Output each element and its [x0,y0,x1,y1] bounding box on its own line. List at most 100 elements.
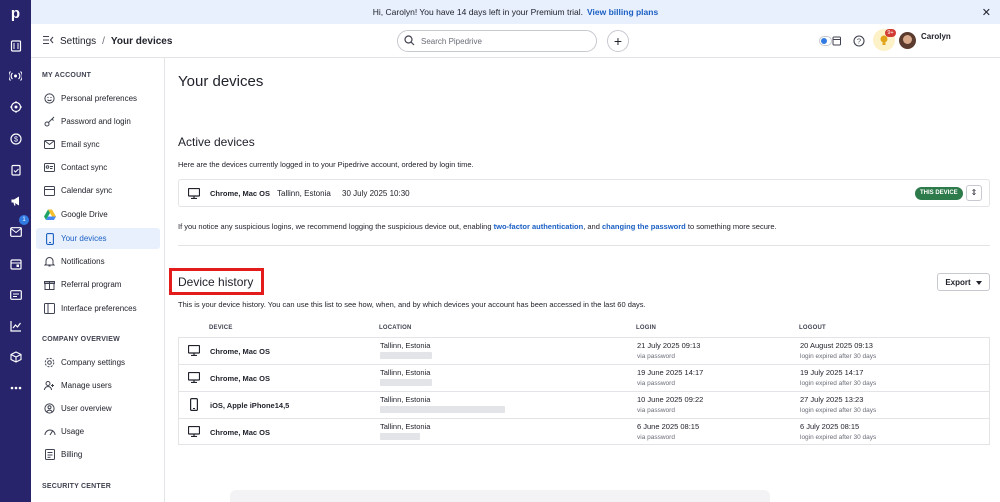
sidebar-item-personal-preferences[interactable]: Personal preferences [36,88,160,109]
login-method: via password [637,353,675,360]
sidebar-item-usage[interactable]: Usage [36,421,160,442]
column-header: LOGIN [636,325,656,331]
app-rail: p $ 1 [0,0,31,502]
desktop-icon [187,425,201,439]
active-devices-title: Active devices [178,135,255,149]
quick-add-button[interactable]: + [607,30,629,52]
breadcrumb-current: Your devices [110,36,173,47]
sidebar-item-label: User overview [61,404,112,413]
login-time: 10 June 2025 09:22 [637,395,704,404]
close-icon[interactable]: ✕ [982,6,991,19]
pipedrive-logo[interactable]: p [6,4,25,23]
products-box-icon[interactable] [7,348,24,365]
security-note-text: , and [583,222,600,231]
dollar-icon[interactable]: $ [7,130,24,147]
sidebar-item-password-and-login[interactable]: Password and login [36,111,160,132]
sidebar-item-notifications[interactable]: Notifications [36,251,160,272]
device-location: Tallinn, Estonia [380,368,431,377]
sidebar-item-calendar-sync[interactable]: Calendar sync [36,180,160,201]
logout-time: 27 July 2025 13:23 [800,395,864,404]
mail-badge: 1 [19,215,29,225]
this-device-badge: THIS DEVICE [915,187,963,200]
user-circle-icon [43,402,56,415]
security-note: If you notice any suspicious logins, we … [178,222,777,231]
sidebar-item-referral-program[interactable]: Referral program [36,274,160,295]
sidebar-toggle-icon[interactable] [42,35,54,48]
active-device-name: Chrome, Mac OS [210,189,271,198]
logout-time: 20 August 2025 09:13 [800,341,873,350]
bottom-panel-edge [230,490,770,502]
mail-icon[interactable] [7,223,24,240]
sidebar-item-billing[interactable]: Billing [36,444,160,465]
expand-device-button[interactable]: ⇕ [966,185,982,201]
redacted-ip [380,433,420,440]
leads-target-icon[interactable] [7,98,24,115]
more-icon[interactable] [7,379,24,396]
sidebar-item-label: Email sync [61,140,100,149]
sidebar-item-label: Usage [61,427,85,436]
svg-text:$: $ [14,136,18,143]
sidebar-item-label: Your devices [61,234,107,243]
login-time: 21 July 2025 09:13 [637,341,701,350]
sidebar-item-interface-preferences[interactable]: Interface preferences [36,298,160,319]
logout-reason: login expired after 30 days [800,380,877,387]
sidebar-item-label: Company settings [61,358,126,367]
sidebar-item-label: Interface preferences [61,304,137,313]
sidebar-item-user-overview[interactable]: User overview [36,398,160,419]
section-divider [178,245,990,246]
section-my-account: MY ACCOUNT [42,72,92,79]
table-row: Chrome, Mac OS Tallinn, Estonia 19 June … [178,364,990,391]
section-security-center: SECURITY CENTER [42,483,111,490]
insights-chart-icon[interactable] [7,317,24,334]
section-company-overview: COMPANY OVERVIEW [42,336,120,343]
security-note-text: If you notice any suspicious logins, we … [178,222,492,231]
active-device-location: Tallinn, Estonia [277,189,331,198]
sidebar-item-your-devices[interactable]: Your devices [36,228,160,249]
search-icon [404,34,415,48]
sidebar-item-google-drive[interactable]: Google Drive [36,204,160,225]
device-history-title: Device history [178,275,254,289]
two-factor-link[interactable]: two-factor authentication [494,222,584,231]
active-devices-desc: Here are the devices currently logged in… [178,160,474,169]
calendar-icon[interactable] [7,255,24,272]
top-bar: Settings / Your devices + ? 9+ Carolyn [31,24,1000,58]
redacted-ip [380,352,432,359]
change-password-link[interactable]: changing the password [602,222,686,231]
desktop-icon [187,344,201,358]
sidebar-item-label: Google Drive [61,210,108,219]
search-box[interactable] [397,30,597,52]
device-history-desc: This is your device history. You can use… [178,300,646,309]
toggle-icon[interactable] [819,33,841,49]
redacted-ip [380,406,505,413]
activities-icon[interactable] [7,161,24,178]
logout-reason: login expired after 30 days [800,407,877,414]
view-billing-plans-link[interactable]: View billing plans [587,7,658,17]
sidebar-item-company-settings[interactable]: Company settings [36,352,160,373]
logout-reason: login expired after 30 days [800,353,877,360]
deals-icon[interactable] [7,37,24,54]
export-button[interactable]: Export [937,273,990,291]
sidebar-item-label: Contact sync [61,163,108,172]
help-icon[interactable]: ? [851,33,867,49]
receipt-icon [43,448,56,461]
search-input[interactable] [421,36,581,46]
caret-down-icon [975,278,982,287]
banner-text: Hi, Carolyn! You have 14 days left in yo… [372,7,584,17]
sidebar-item-email-sync[interactable]: Email sync [36,134,160,155]
device-name: Chrome, Mac OS [210,347,271,356]
breadcrumb: Settings / Your devices [42,35,172,48]
breadcrumb-settings[interactable]: Settings [60,36,96,47]
sidebar-item-contact-sync[interactable]: Contact sync [36,157,160,178]
login-method: via password [637,380,675,387]
active-device-time: 30 July 2025 10:30 [342,189,410,198]
broadcast-icon[interactable] [7,67,24,84]
sidebar-item-manage-users[interactable]: Manage users [36,375,160,396]
avatar[interactable] [899,32,916,49]
bell-icon [43,255,56,268]
gear-icon [43,356,56,369]
settings-sidebar: MY ACCOUNT Personal preferences Password… [31,58,165,502]
user-name[interactable]: Carolyn [921,32,951,41]
campaigns-megaphone-icon[interactable] [7,192,24,209]
login-time: 6 June 2025 08:15 [637,422,700,431]
contacts-card-icon[interactable] [7,286,24,303]
